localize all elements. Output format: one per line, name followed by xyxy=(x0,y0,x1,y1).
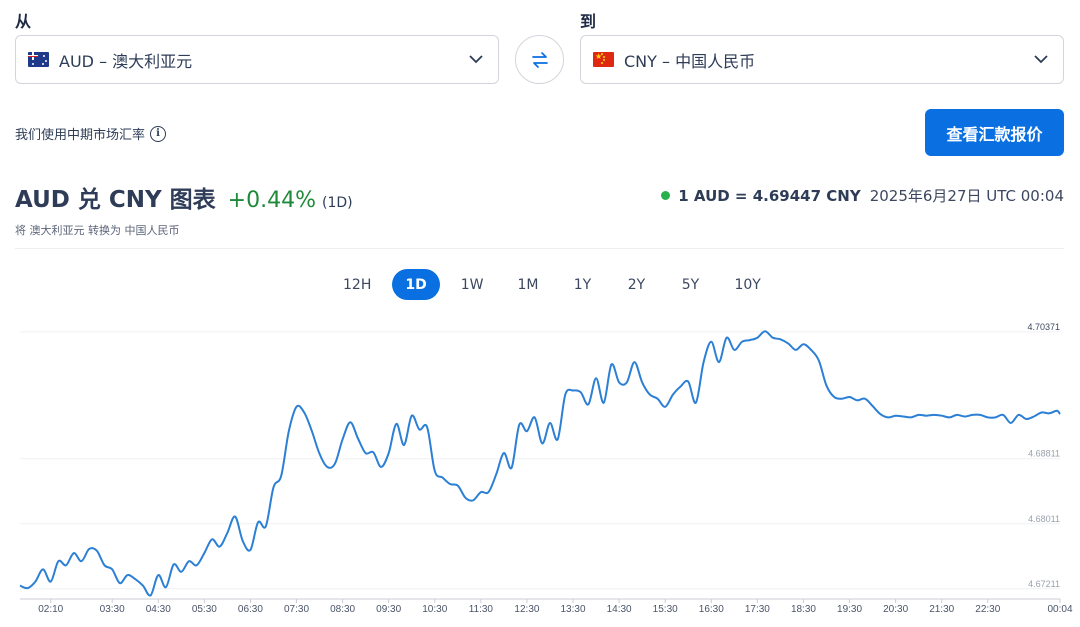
rate-timestamp: 2025年6月27日 UTC 00:04 xyxy=(869,187,1064,205)
change-period: (1D) xyxy=(322,195,353,211)
chart-title: AUD 兑 CNY 图表 xyxy=(15,187,216,213)
chart-subtitle: 将 澳大利亚元 转换为 中国人民币 xyxy=(15,224,180,237)
x-tick-label: 15:30 xyxy=(653,604,678,615)
y-tick-label: 4.68811 xyxy=(1028,449,1060,459)
midrate-note-text: 我们使用中期市场汇率 xyxy=(15,128,146,143)
rate-line-chart[interactable]: 4.70371 4.68811 4.68011 4.67211 02:10 03:30 04… xyxy=(0,310,1080,627)
period-tab-1w[interactable]: 1W xyxy=(448,269,497,300)
swap-currencies-button[interactable] xyxy=(515,35,564,84)
to-currency-select[interactable]: ★ CNY – 中国人民币 xyxy=(580,35,1064,84)
info-icon[interactable]: i xyxy=(150,125,167,142)
chart-header: AUD 兑 CNY 图表 +0.44% (1D) xyxy=(15,180,353,214)
x-tick-label: 10:30 xyxy=(422,604,447,615)
period-tab-2y[interactable]: 2Y xyxy=(613,269,659,300)
chevron-down-icon xyxy=(1034,55,1048,64)
current-rate: 1 AUD = 4.69447 CNY 2025年6月27日 UTC 00:04 xyxy=(661,185,1064,206)
x-tick-label: 18:30 xyxy=(791,604,816,615)
midrate-note: 我们使用中期市场汇率 i xyxy=(15,124,167,143)
y-tick-label: 4.70371 xyxy=(1027,322,1060,332)
x-tick-label: 16:30 xyxy=(699,604,724,615)
rate-value: 1 AUD = 4.69447 CNY xyxy=(678,186,861,205)
china-flag-icon: ★ xyxy=(593,52,614,67)
chevron-down-icon xyxy=(469,55,483,64)
change-percent: +0.44% xyxy=(227,188,316,213)
live-indicator-dot xyxy=(661,191,671,200)
from-currency-select[interactable]: AUD – 澳大利亚元 xyxy=(15,35,499,84)
australia-flag-icon xyxy=(28,52,49,67)
x-tick-label: 09:30 xyxy=(376,604,401,615)
x-tick-label: 02:10 xyxy=(38,604,63,615)
period-tabs: 12H 1D 1W 1M 1Y 2Y 5Y 10Y xyxy=(330,269,782,300)
x-tick-label: 12:30 xyxy=(514,604,539,615)
x-tick-label: 17:30 xyxy=(745,604,770,615)
period-tab-12h[interactable]: 12H xyxy=(330,269,384,300)
x-tick-label: 11:30 xyxy=(469,604,494,615)
x-tick-label: 07:30 xyxy=(284,604,309,615)
x-tick-label: 20:30 xyxy=(883,604,908,615)
period-tab-1m[interactable]: 1M xyxy=(504,269,551,300)
x-tick-label: 00:04 xyxy=(1047,604,1072,615)
from-label: 从 xyxy=(15,12,32,31)
to-currency-text: CNY – 中国人民币 xyxy=(624,51,756,71)
divider xyxy=(15,248,1064,249)
period-tab-10y[interactable]: 10Y xyxy=(721,269,773,300)
swap-arrows-icon xyxy=(531,51,548,68)
y-tick-label: 4.68011 xyxy=(1028,514,1060,524)
x-tick-label: 04:30 xyxy=(146,604,171,615)
period-tab-5y[interactable]: 5Y xyxy=(667,269,713,300)
rate-series-line xyxy=(19,330,1061,597)
x-tick-label: 19:30 xyxy=(837,604,862,615)
to-label: 到 xyxy=(580,12,597,31)
period-tab-1y[interactable]: 1Y xyxy=(559,269,605,300)
x-tick-label: 21:30 xyxy=(929,604,954,615)
x-tick-label: 05:30 xyxy=(192,604,217,615)
x-tick-label: 13:30 xyxy=(561,604,586,615)
x-tick-label: 22:30 xyxy=(975,604,1000,615)
y-tick-label: 4.67211 xyxy=(1028,579,1060,589)
x-tick-label: 03:30 xyxy=(100,604,125,615)
from-currency-text: AUD – 澳大利亚元 xyxy=(59,51,193,71)
x-tick-label: 08:30 xyxy=(330,604,355,615)
view-quote-button[interactable]: 查看汇款报价 xyxy=(925,109,1064,156)
x-tick-label: 14:30 xyxy=(607,604,632,615)
period-tab-1d[interactable]: 1D xyxy=(392,269,440,300)
x-tick-label: 06:30 xyxy=(238,604,263,615)
